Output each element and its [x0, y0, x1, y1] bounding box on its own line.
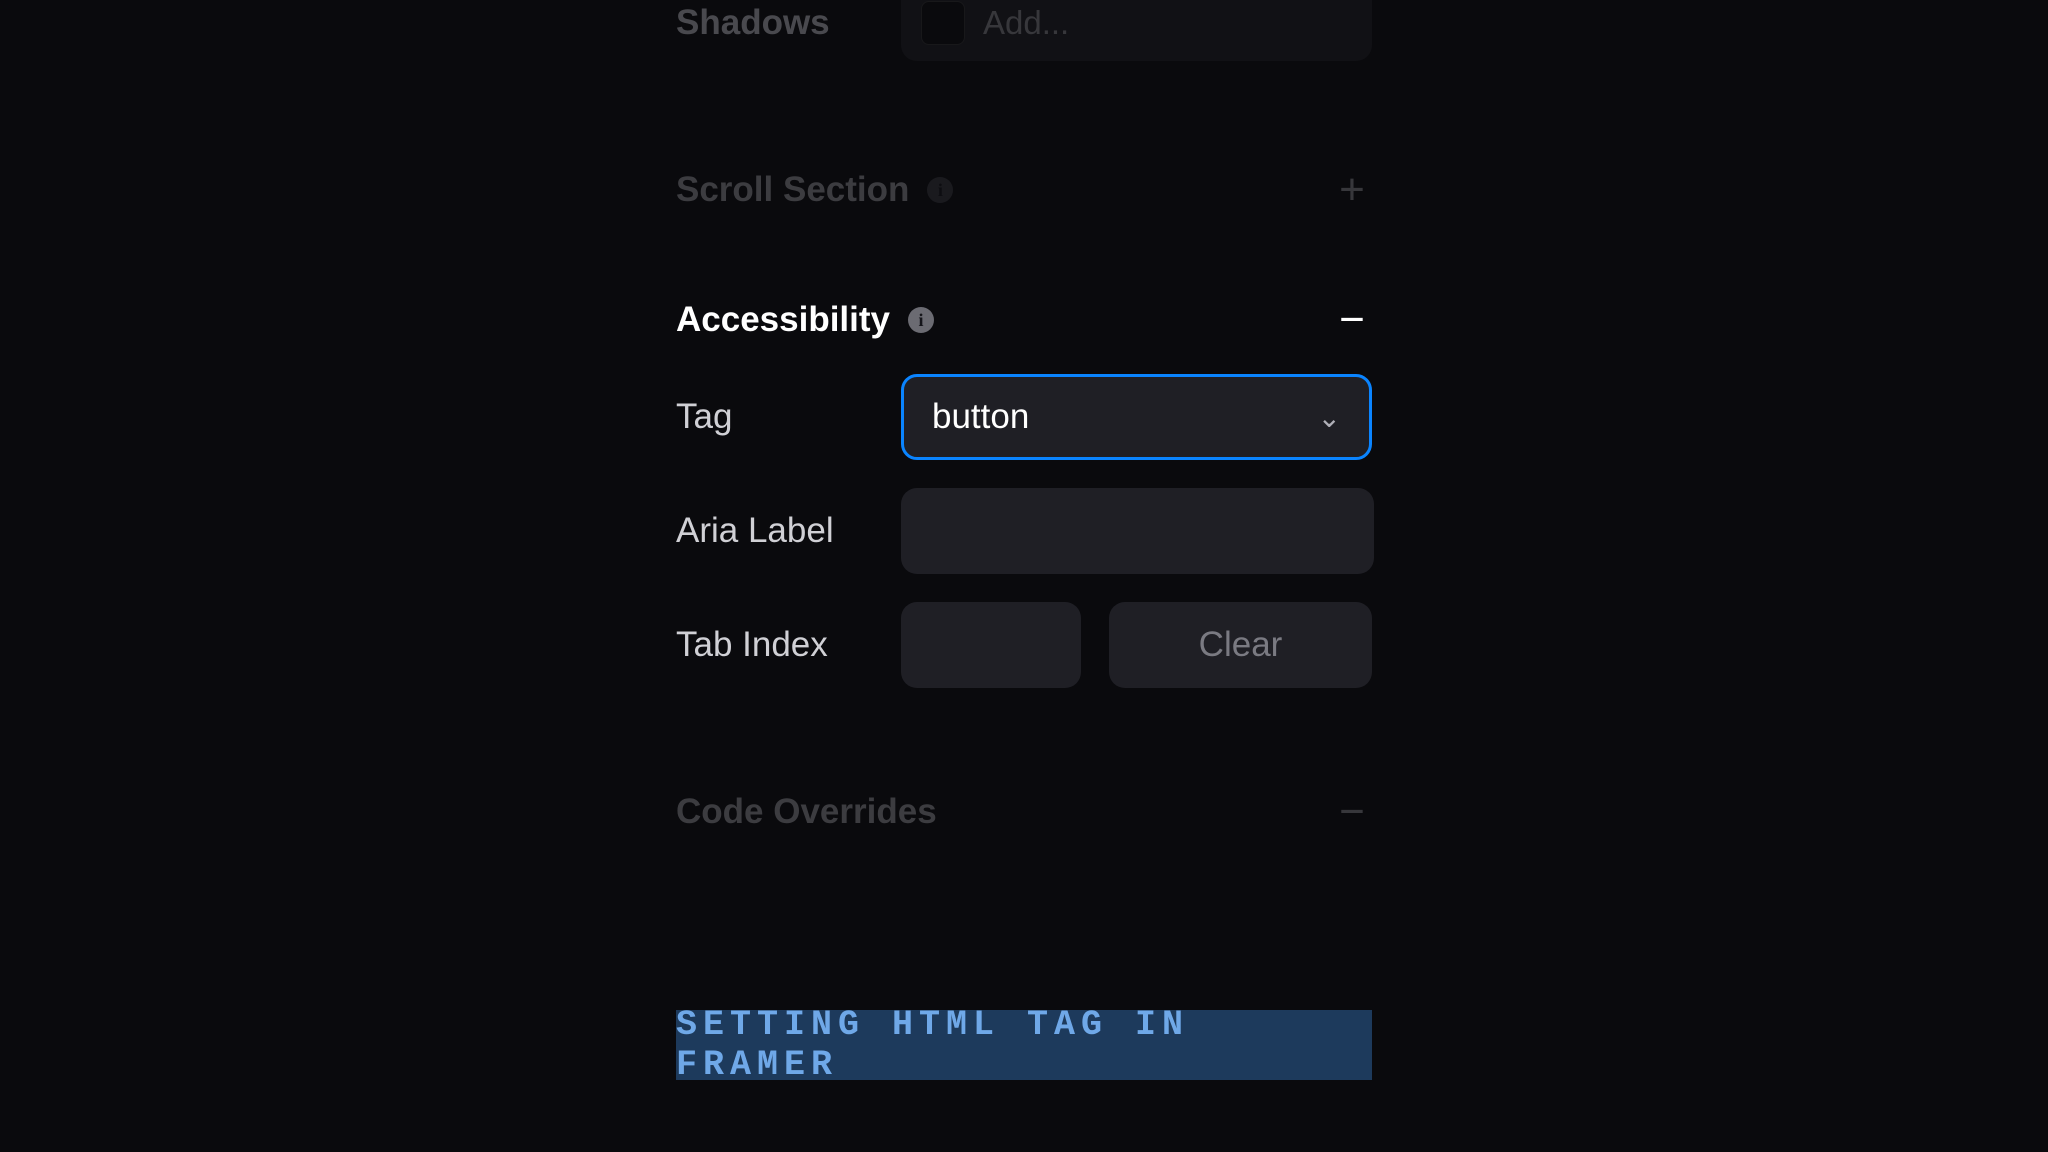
minus-icon[interactable]: −	[1332, 298, 1372, 342]
plus-icon[interactable]: +	[1332, 168, 1372, 212]
info-icon[interactable]: i	[927, 177, 953, 203]
accessibility-title-group: Accessibility i	[676, 300, 934, 340]
properties-panel: Shadows Add... Scroll Section i + Access…	[636, 0, 1412, 1080]
accessibility-section: Accessibility i − Tag button ⌄ Aria Labe…	[636, 280, 1412, 702]
scroll-section-title-group: Scroll Section i	[676, 170, 953, 210]
shadows-row: Shadows Add...	[636, 0, 1412, 60]
scroll-section-title: Scroll Section	[676, 170, 909, 210]
aria-label-row: Aria Label	[636, 474, 1412, 588]
code-overrides-title: Code Overrides	[676, 792, 937, 832]
code-overrides-section: Code Overrides −	[636, 772, 1412, 852]
shadows-label: Shadows	[676, 3, 881, 43]
tag-label: Tag	[676, 397, 881, 437]
chevron-down-icon: ⌄	[1318, 401, 1341, 434]
tab-index-row: Tab Index Clear	[636, 588, 1412, 702]
tag-select[interactable]: button ⌄	[901, 374, 1372, 460]
minus-icon[interactable]: −	[1332, 790, 1372, 834]
shadows-add-placeholder: Add...	[983, 4, 1069, 42]
caption-banner: SETTING HTML TAG IN FRAMER	[676, 1010, 1372, 1080]
shadow-swatch-icon	[921, 1, 965, 45]
tab-index-input[interactable]	[901, 602, 1081, 688]
shadows-add-field[interactable]: Add...	[901, 0, 1372, 61]
clear-button[interactable]: Clear	[1109, 602, 1372, 688]
tag-row: Tag button ⌄	[636, 360, 1412, 474]
aria-label-label: Aria Label	[676, 511, 881, 551]
accessibility-title: Accessibility	[676, 300, 890, 340]
scroll-section: Scroll Section i +	[636, 150, 1412, 230]
accessibility-section-header[interactable]: Accessibility i −	[636, 280, 1412, 360]
tag-select-value: button	[932, 397, 1029, 437]
tab-index-label: Tab Index	[676, 625, 881, 665]
code-overrides-title-group: Code Overrides	[676, 792, 937, 832]
scroll-section-header[interactable]: Scroll Section i +	[636, 150, 1412, 230]
aria-label-input[interactable]	[901, 488, 1374, 574]
code-overrides-header[interactable]: Code Overrides −	[636, 772, 1412, 852]
tab-index-controls: Clear	[901, 602, 1372, 688]
info-icon[interactable]: i	[908, 307, 934, 333]
